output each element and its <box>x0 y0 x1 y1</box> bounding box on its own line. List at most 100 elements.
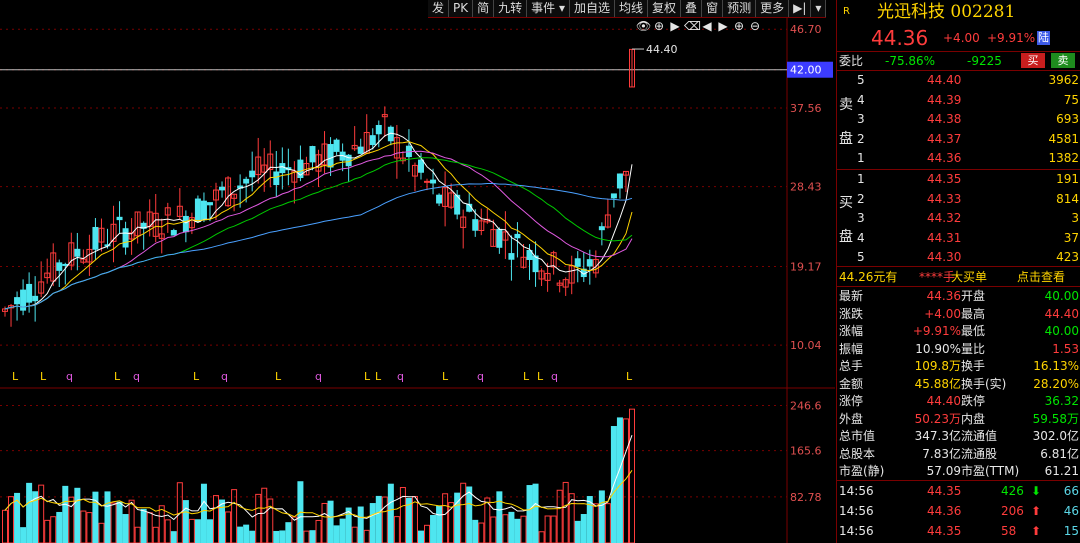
signal-marker: L <box>40 370 47 383</box>
volume-bar <box>279 530 286 543</box>
zoom-in-icon[interactable]: ⊕ <box>732 19 746 33</box>
big-order-row[interactable]: 44.26元有 ****手 大买单 点击查看 <box>837 268 1080 286</box>
signal-marker: L <box>364 370 371 383</box>
prev-icon[interactable]: ◀ <box>700 19 714 33</box>
ask-row[interactable]: 5 44.40 3962 <box>837 71 1080 89</box>
level-volume: 75 <box>1063 92 1079 107</box>
candle-body <box>598 226 605 231</box>
volume-bar <box>580 514 587 543</box>
candle-body <box>417 159 424 173</box>
sell-button[interactable]: 卖 <box>1051 53 1075 68</box>
volume-bar <box>363 529 370 543</box>
stat-value: 36.32 <box>1044 394 1079 408</box>
candle-body <box>182 215 189 233</box>
toolbar-item[interactable]: 事件 ▾ <box>527 0 570 17</box>
candle-body <box>194 198 201 223</box>
candle-body <box>616 173 623 189</box>
candle-body <box>200 200 207 221</box>
signal-marker: L <box>193 370 200 383</box>
level-volume: 37 <box>1063 230 1079 245</box>
zoom-icon[interactable]: ⊕ <box>652 19 666 33</box>
volume-bar <box>544 515 551 543</box>
toolbar-item[interactable]: 加自选 <box>570 0 616 17</box>
ask-row[interactable]: 4 44.39 75 <box>837 91 1080 109</box>
ask-row[interactable]: 3 44.38 693 <box>837 110 1080 128</box>
level-volume: 4581 <box>1048 131 1079 146</box>
volume-bar <box>255 493 262 543</box>
tick-price: 44.35 <box>927 524 962 538</box>
bid-row[interactable]: 2 44.33 814 <box>837 190 1080 208</box>
ask-row[interactable]: 2 44.37 4581 <box>837 130 1080 148</box>
signal-marker: q <box>477 370 484 383</box>
zoom-out-icon[interactable]: ⊖ <box>748 19 762 33</box>
stat-label: 量比 <box>961 341 986 356</box>
candle-body <box>424 180 431 183</box>
bid-row[interactable]: 1 44.35 191 <box>837 170 1080 188</box>
volume-bar <box>321 502 328 543</box>
stat-value: 59.58万 <box>1032 411 1079 426</box>
candle-body <box>206 202 213 206</box>
clear-icon[interactable]: ⌫ <box>684 19 701 33</box>
toolbar-item[interactable]: 简 <box>473 0 495 17</box>
candle-body <box>116 216 123 221</box>
toolbar-item[interactable]: 九转 <box>494 0 528 17</box>
bid-row[interactable]: 4 44.31 37 <box>837 229 1080 247</box>
play-icon[interactable]: ▶ <box>668 19 682 33</box>
bid-row[interactable]: 3 44.32 3 <box>837 209 1080 227</box>
volume-bar <box>80 510 87 543</box>
stat-value: 40.00 <box>1044 324 1079 338</box>
kline-chart[interactable]: 46.70 42.00 37.56 28.43 19.17 10.04 246.6 165.6… <box>0 0 835 543</box>
bid-row[interactable]: 5 44.30 423 <box>837 248 1080 266</box>
volume-bar <box>267 498 274 543</box>
toolbar-item[interactable]: 更多 <box>756 0 790 17</box>
big-order-link[interactable]: 点击查看 <box>1017 268 1065 286</box>
stat-row: 总市值 347.3亿 流通值 302.0亿 <box>837 427 1080 445</box>
signal-marker: q <box>221 370 228 383</box>
tick-row: 14:56 44.36 206 ⬆ 46 <box>837 502 1080 520</box>
volume-bar <box>616 417 623 543</box>
toolbar-item[interactable]: ▶| <box>789 0 812 17</box>
toolbar-item[interactable]: 叠 <box>681 0 703 17</box>
level-price: 44.37 <box>927 131 962 146</box>
stat-row: 市盈(静) 57.09 市盈(TTM) 61.21 <box>837 462 1080 480</box>
big-order-price: 44.26元有 <box>839 270 898 284</box>
tick-time: 14:56 <box>839 484 874 498</box>
volume-bar <box>285 522 292 543</box>
volume-bar <box>411 495 418 543</box>
toolbar-item[interactable]: 发 <box>428 0 450 17</box>
buy-button[interactable]: 买 <box>1021 53 1045 68</box>
arrow-up-icon: ⬆ <box>1031 504 1042 518</box>
stat-label: 换手(实) <box>961 376 1007 391</box>
divider <box>837 480 1080 481</box>
toolbar-item[interactable]: PK <box>449 0 474 17</box>
volume-bar <box>309 530 316 543</box>
toolbar-item[interactable]: 均线 <box>615 0 649 17</box>
toolbar-item[interactable]: 窗 <box>702 0 724 17</box>
eye-icon[interactable]: 👁 <box>636 19 651 33</box>
volume-bar <box>369 503 376 543</box>
stat-row: 涨跌 +4.00 最高 44.40 <box>837 305 1080 323</box>
volume-bar <box>225 511 232 543</box>
ask-row[interactable]: 1 44.36 1382 <box>837 149 1080 167</box>
tick-count: 46 <box>1063 504 1079 518</box>
volume-bar <box>152 526 159 543</box>
signal-marker: L <box>114 370 121 383</box>
level-price: 44.31 <box>927 230 962 245</box>
volume-bar <box>327 500 334 543</box>
last-price: 44.36 <box>871 26 929 50</box>
volume-bar <box>496 491 503 543</box>
volume-bar <box>460 482 467 543</box>
volume-bar <box>592 503 599 543</box>
stat-value: 1.53 <box>1052 341 1079 356</box>
level: 5 <box>857 250 865 264</box>
toolbar-item[interactable]: 复权 <box>648 0 682 17</box>
signal-marker: q <box>66 370 73 383</box>
toolbar-item[interactable]: ▾ <box>811 0 827 17</box>
toolbar-item[interactable]: 预测 <box>723 0 757 17</box>
volume-bar <box>532 483 539 543</box>
next-icon[interactable]: ▶ <box>716 19 730 33</box>
signal-marker: L <box>12 370 19 383</box>
r-badge: R <box>843 6 850 17</box>
volume-bar <box>182 500 189 543</box>
level-price: 44.35 <box>927 172 962 186</box>
